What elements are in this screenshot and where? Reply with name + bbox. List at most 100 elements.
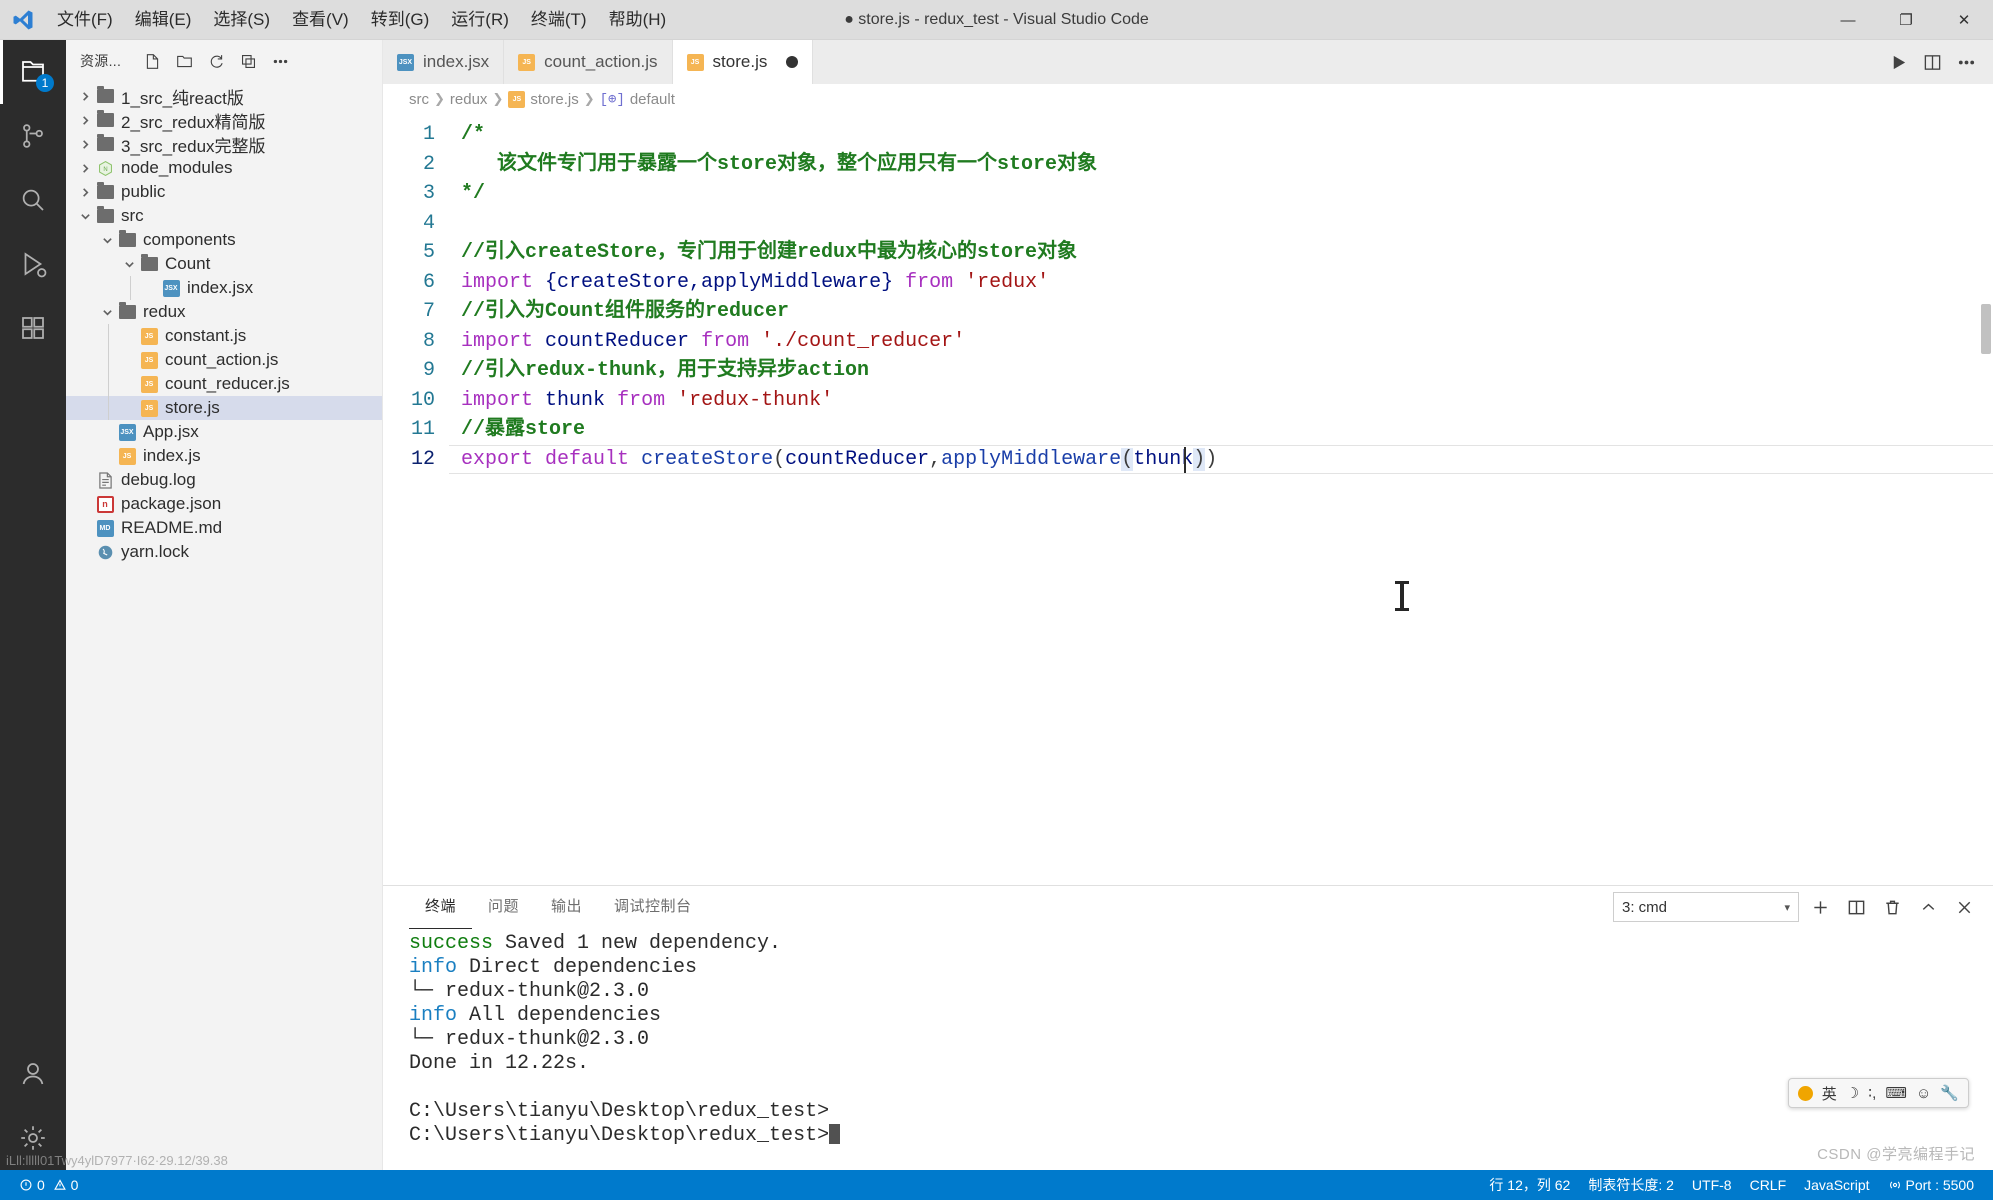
- code-line[interactable]: /*: [449, 120, 1993, 150]
- tab-index-jsx[interactable]: JSX index.jsx: [383, 40, 505, 84]
- split-editor-icon[interactable]: [1917, 47, 1947, 77]
- chevron-right-icon[interactable]: [76, 163, 94, 174]
- terminal-selector[interactable]: 3: cmd ▾: [1613, 892, 1799, 922]
- tree-item-redux[interactable]: redux: [66, 300, 382, 324]
- dirty-indicator-icon[interactable]: [786, 56, 799, 68]
- kill-terminal-icon[interactable]: [1877, 892, 1907, 922]
- breadcrumb-item-default[interactable]: default: [630, 91, 675, 108]
- close-button[interactable]: ✕: [1935, 0, 1993, 40]
- status-live-server-port[interactable]: Port : 5500: [1879, 1170, 1984, 1200]
- breadcrumb[interactable]: src ❯ redux ❯ JS store.js ❯ [⊕] default: [383, 84, 1993, 114]
- code-line[interactable]: //引入redux-thunk，用于支持异步action: [449, 356, 1993, 386]
- new-terminal-icon[interactable]: [1805, 892, 1835, 922]
- chevron-right-icon[interactable]: [76, 115, 94, 126]
- tree-item-store.js[interactable]: JS store.js: [66, 396, 382, 420]
- breadcrumb-item-store-js[interactable]: store.js: [530, 91, 578, 108]
- code-line[interactable]: import countReducer from './count_reduce…: [449, 327, 1993, 357]
- ime-power-icon[interactable]: [1797, 1085, 1813, 1101]
- ime-keyboard-icon[interactable]: ⌨: [1885, 1084, 1907, 1102]
- file-tree[interactable]: 1_src_纯react版 2_src_redux精简版 3_src_redux完整…: [66, 82, 382, 1170]
- status-language-mode[interactable]: JavaScript: [1795, 1170, 1878, 1200]
- ime-toolbar[interactable]: 英 ☽ ∶, ⌨ ☺ 🔧: [1787, 1078, 1969, 1108]
- collapse-all-icon[interactable]: [233, 47, 263, 75]
- menu-bar[interactable]: 文件(F) 编辑(E) 选择(S) 查看(V) 转到(G) 运行(R) 终端(T…: [46, 0, 677, 39]
- tree-item-2_src_redux精简版[interactable]: 2_src_redux精简版: [66, 108, 382, 132]
- code-line[interactable]: 该文件专门用于暴露一个store对象，整个应用只有一个store对象: [449, 150, 1993, 180]
- tree-item-components[interactable]: components: [66, 228, 382, 252]
- new-folder-icon[interactable]: [169, 47, 199, 75]
- code-line[interactable]: //引入createStore，专门用于创建redux中最为核心的store对象: [449, 238, 1993, 268]
- chevron-right-icon[interactable]: [76, 91, 94, 102]
- status-encoding[interactable]: UTF-8: [1683, 1170, 1741, 1200]
- panel-tab-debug-console[interactable]: 调试控制台: [598, 886, 708, 928]
- ime-mode-label[interactable]: 英: [1822, 1083, 1837, 1104]
- chevron-down-icon[interactable]: [120, 259, 138, 270]
- refresh-icon[interactable]: [201, 47, 231, 75]
- activity-extensions[interactable]: [0, 296, 66, 360]
- tree-item-1_src_纯react版[interactable]: 1_src_纯react版: [66, 84, 382, 108]
- tree-item-count_reducer.js[interactable]: JS count_reducer.js: [66, 372, 382, 396]
- code-line[interactable]: export default createStore(countReducer,…: [449, 445, 1993, 475]
- tree-item-count_action.js[interactable]: JS count_action.js: [66, 348, 382, 372]
- status-problems[interactable]: 0 0: [10, 1170, 87, 1200]
- activity-run-and-debug[interactable]: [0, 232, 66, 296]
- maximize-panel-icon[interactable]: [1913, 892, 1943, 922]
- tree-item-index.js[interactable]: JS index.js: [66, 444, 382, 468]
- tree-item-node_modules[interactable]: Nnode_modules: [66, 156, 382, 180]
- menu-item-file[interactable]: 文件(F): [46, 0, 124, 40]
- menu-item-help[interactable]: 帮助(H): [598, 0, 678, 40]
- code-line[interactable]: import thunk from 'redux-thunk': [449, 386, 1993, 416]
- ime-tools-icon[interactable]: 🔧: [1940, 1084, 1959, 1102]
- tree-item-app.jsx[interactable]: JSX App.jsx: [66, 420, 382, 444]
- status-indentation[interactable]: 制表符长度: 2: [1579, 1170, 1683, 1200]
- breadcrumb-item-src[interactable]: src: [409, 91, 429, 108]
- tree-item-debug.log[interactable]: debug.log: [66, 468, 382, 492]
- menu-item-select[interactable]: 选择(S): [202, 0, 281, 40]
- tree-item-constant.js[interactable]: JS constant.js: [66, 324, 382, 348]
- menu-item-terminal[interactable]: 终端(T): [520, 0, 598, 40]
- tree-item-3_src_redux完整版[interactable]: 3_src_redux完整版: [66, 132, 382, 156]
- run-file-icon[interactable]: [1883, 47, 1913, 77]
- code-line[interactable]: //暴露store: [449, 415, 1993, 445]
- tab-count-action-js[interactable]: JS count_action.js: [504, 40, 673, 84]
- code-editor[interactable]: 1 2 3 4 5 6 7 8 9 10 11 12 /* 该文件专门用于暴露一个store对象，整个…: [383, 114, 1993, 885]
- tree-item-public[interactable]: public: [66, 180, 382, 204]
- chevron-down-icon[interactable]: [76, 211, 94, 222]
- code-line[interactable]: //引入为Count组件服务的reducer: [449, 297, 1993, 327]
- ime-punctuation-icon[interactable]: ∶,: [1868, 1084, 1876, 1102]
- menu-item-run[interactable]: 运行(R): [440, 0, 520, 40]
- activity-source-control[interactable]: [0, 104, 66, 168]
- tree-item-src[interactable]: src: [66, 204, 382, 228]
- more-actions-icon[interactable]: [1951, 47, 1981, 77]
- code-line[interactable]: [449, 209, 1993, 239]
- close-panel-icon[interactable]: [1949, 892, 1979, 922]
- panel-tab-problems[interactable]: 问题: [472, 886, 535, 928]
- minimize-button[interactable]: —: [1819, 0, 1877, 40]
- editor-vertical-scrollbar[interactable]: [1979, 114, 1993, 885]
- tree-item-count[interactable]: Count: [66, 252, 382, 276]
- chevron-right-icon[interactable]: [76, 139, 94, 150]
- activity-search[interactable]: [0, 168, 66, 232]
- tab-store-js[interactable]: JS store.js: [672, 40, 814, 84]
- code-line[interactable]: import {createStore,applyMiddleware} fro…: [449, 268, 1993, 298]
- chevron-down-icon[interactable]: [98, 307, 116, 318]
- ime-emoji-icon[interactable]: ☺: [1916, 1085, 1931, 1102]
- code-content[interactable]: /* 该文件专门用于暴露一个store对象，整个应用只有一个store对象 */ /…: [449, 114, 1993, 885]
- panel-tab-output[interactable]: 输出: [535, 886, 598, 928]
- tree-item-index.jsx[interactable]: JSX index.jsx: [66, 276, 382, 300]
- chevron-right-icon[interactable]: [76, 187, 94, 198]
- scrollbar-thumb[interactable]: [1981, 304, 1991, 354]
- status-eol[interactable]: CRLF: [1741, 1170, 1796, 1200]
- panel-tab-terminal[interactable]: 终端: [409, 886, 473, 929]
- status-cursor-position[interactable]: 行 12，列 62: [1480, 1170, 1579, 1200]
- tree-item-readme.md[interactable]: MD README.md: [66, 516, 382, 540]
- new-file-icon[interactable]: [137, 47, 167, 75]
- activity-explorer[interactable]: 1: [0, 40, 66, 104]
- menu-item-view[interactable]: 查看(V): [281, 0, 360, 40]
- terminal-output[interactable]: success Saved 1 new dependency. info Dire…: [383, 928, 1993, 1170]
- split-terminal-icon[interactable]: [1841, 892, 1871, 922]
- chevron-down-icon[interactable]: [98, 235, 116, 246]
- activity-accounts[interactable]: [0, 1042, 66, 1106]
- menu-item-goto[interactable]: 转到(G): [360, 0, 441, 40]
- tree-item-package.json[interactable]: n package.json: [66, 492, 382, 516]
